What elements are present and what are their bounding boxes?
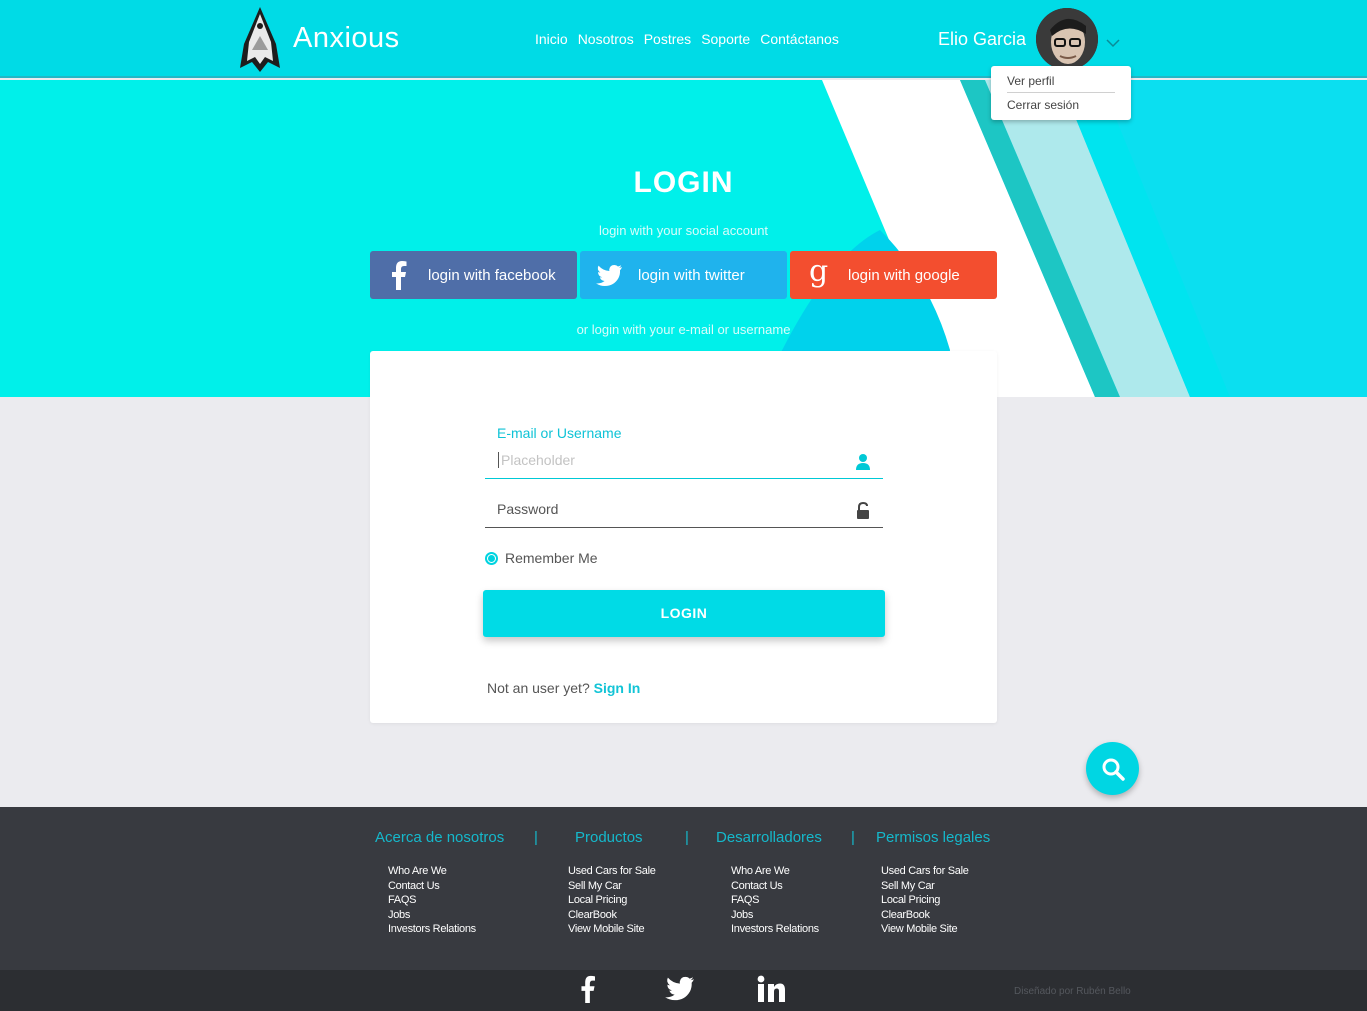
twitter-icon[interactable] <box>664 975 695 1001</box>
user-dropdown-menu: Ver perfil Cerrar sesión <box>991 66 1131 120</box>
menu-item-cerrar-sesion[interactable]: Cerrar sesión <box>1007 98 1079 112</box>
footer-separator: | <box>685 829 689 846</box>
footer-link[interactable]: FAQS <box>731 893 819 908</box>
login-button[interactable]: LOGIN <box>483 590 885 637</box>
email-field-label: E-mail or Username <box>497 425 622 441</box>
arrowhead-logo-icon[interactable] <box>238 6 282 72</box>
twitter-icon <box>580 251 638 299</box>
hero-banner <box>0 80 1367 397</box>
footer-heading-acerca[interactable]: Acerca de nosotros <box>375 829 504 846</box>
footer-link[interactable]: FAQS <box>388 893 476 908</box>
footer-separator: | <box>534 829 538 846</box>
search-button[interactable] <box>1086 742 1139 795</box>
footer-link[interactable]: View Mobile Site <box>568 922 656 937</box>
menu-divider <box>1007 92 1115 93</box>
hero-decoration-graphic <box>760 80 1367 397</box>
footer-separator: | <box>851 829 855 846</box>
signup-prompt: Not an user yet? Sign In <box>487 680 640 696</box>
footer-link[interactable]: Used Cars for Sale <box>568 864 656 879</box>
footer-bottom-bar: Diseñado por Rubén Bello <box>0 970 1367 1011</box>
footer-link[interactable]: View Mobile Site <box>881 922 969 937</box>
nav-item-contactanos[interactable]: Contáctanos <box>760 31 839 47</box>
footer-link[interactable]: Sell My Car <box>881 879 969 894</box>
user-name[interactable]: Elio Garcia <box>938 29 1026 50</box>
email-login-caption: or login with your e-mail or username <box>576 322 791 337</box>
twitter-login-button[interactable]: login with twitter <box>580 251 787 299</box>
footer: Acerca de nosotros | Productos | Desarro… <box>0 807 1367 970</box>
footer-links-acerca: Who Are We Contact Us FAQS Jobs Investor… <box>388 864 476 937</box>
footer-links-permisos: Used Cars for Sale Sell My Car Local Pri… <box>881 864 969 937</box>
password-field[interactable]: Password <box>485 496 883 528</box>
login-heading: LOGIN <box>633 166 734 199</box>
avatar[interactable] <box>1036 8 1098 70</box>
sign-in-link[interactable]: Sign In <box>594 680 641 696</box>
svg-text:g: g <box>809 259 828 289</box>
unlock-icon <box>857 502 869 519</box>
footer-link[interactable]: Jobs <box>731 908 819 923</box>
facebook-icon <box>370 251 428 299</box>
password-field-placeholder: Password <box>497 501 559 517</box>
footer-link[interactable]: Who Are We <box>731 864 819 879</box>
footer-link[interactable]: Local Pricing <box>881 893 969 908</box>
facebook-login-button[interactable]: login with facebook <box>370 251 577 299</box>
login-card: E-mail or Username Placeholder Password … <box>370 351 997 723</box>
footer-link[interactable]: ClearBook <box>881 908 969 923</box>
google-login-button[interactable]: g login with google <box>790 251 997 299</box>
footer-link[interactable]: Sell My Car <box>568 879 656 894</box>
brand-name[interactable]: Anxious <box>293 22 400 55</box>
linkedin-icon[interactable] <box>757 975 786 1003</box>
footer-link[interactable]: Used Cars for Sale <box>881 864 969 879</box>
top-navbar: Anxious Inicio Nosotros Postres Soporte … <box>0 0 1367 78</box>
google-icon: g <box>790 251 848 299</box>
footer-link[interactable]: Who Are We <box>388 864 476 879</box>
footer-link[interactable]: Contact Us <box>731 879 819 894</box>
email-field[interactable]: Placeholder <box>485 447 883 479</box>
footer-heading-desarrolladores[interactable]: Desarrolladores <box>716 829 822 846</box>
chevron-down-icon[interactable] <box>1106 38 1120 48</box>
footer-heading-productos[interactable]: Productos <box>575 829 643 846</box>
nav-item-inicio[interactable]: Inicio <box>535 31 568 47</box>
footer-link[interactable]: Jobs <box>388 908 476 923</box>
main-nav: Inicio Nosotros Postres Soporte Contácta… <box>535 31 839 47</box>
footer-heading-permisos[interactable]: Permisos legales <box>876 829 990 846</box>
remember-me-radio[interactable] <box>485 551 498 565</box>
footer-links-desarrolladores: Who Are We Contact Us FAQS Jobs Investor… <box>731 864 819 937</box>
search-icon <box>1102 758 1125 781</box>
nav-item-soporte[interactable]: Soporte <box>701 31 750 47</box>
google-login-label: login with google <box>848 266 960 284</box>
designer-credit: Diseñado por Rubén Bello <box>1014 986 1131 997</box>
footer-link[interactable]: ClearBook <box>568 908 656 923</box>
menu-item-ver-perfil[interactable]: Ver perfil <box>1007 74 1054 88</box>
email-field-placeholder: Placeholder <box>498 452 575 468</box>
footer-link[interactable]: Investors Relations <box>388 922 476 937</box>
remember-me-label: Remember Me <box>505 550 598 566</box>
user-portrait-icon <box>1036 8 1098 70</box>
nav-item-nosotros[interactable]: Nosotros <box>578 31 634 47</box>
facebook-icon[interactable] <box>580 975 596 1003</box>
signup-text: Not an user yet? <box>487 680 590 696</box>
nav-item-postres[interactable]: Postres <box>644 31 691 47</box>
social-login-caption: login with your social account <box>598 223 769 238</box>
user-icon <box>856 454 870 470</box>
remember-me-toggle[interactable]: Remember Me <box>485 550 598 566</box>
footer-links-productos: Used Cars for Sale Sell My Car Local Pri… <box>568 864 656 937</box>
footer-link[interactable]: Investors Relations <box>731 922 819 937</box>
facebook-login-label: login with facebook <box>428 266 556 284</box>
twitter-login-label: login with twitter <box>638 266 745 284</box>
footer-link[interactable]: Contact Us <box>388 879 476 894</box>
footer-link[interactable]: Local Pricing <box>568 893 656 908</box>
